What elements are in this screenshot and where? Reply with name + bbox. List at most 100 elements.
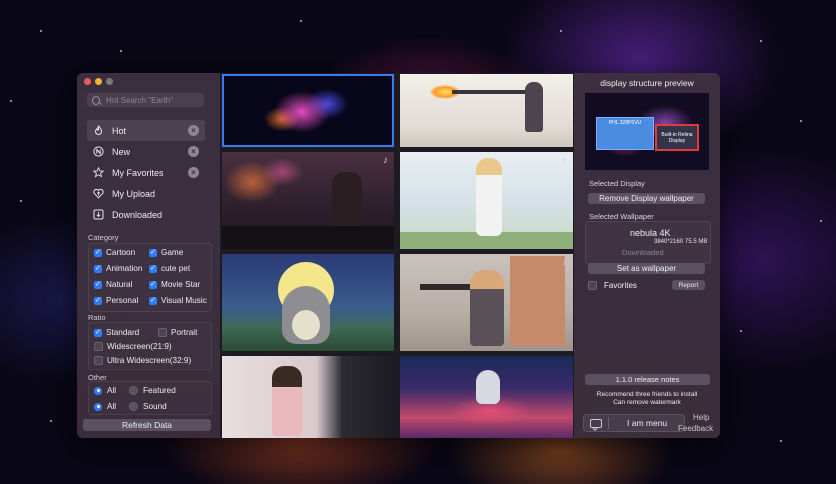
panel-title: display structure preview [600, 78, 694, 88]
other-featured[interactable]: Featured [129, 386, 176, 395]
recommend-text: Recommend three friends to install Can r… [574, 391, 720, 407]
wallpaper-thumb-city-window[interactable]: ♪ [222, 152, 394, 249]
radio-unselected-icon[interactable] [129, 386, 138, 395]
sidebar-item-downloaded[interactable]: Downloaded [87, 204, 205, 225]
checkbox-checked-icon[interactable]: ✓ [94, 328, 102, 337]
category-animation[interactable]: ✓ Animation [94, 264, 142, 273]
checkbox-label: Standard [106, 328, 140, 337]
checkbox-checked-icon[interactable]: ✓ [149, 248, 157, 257]
chat-icon [590, 418, 602, 428]
feedback-link[interactable]: Feedback [678, 424, 713, 433]
checkbox-checked-icon[interactable]: ✓ [94, 264, 102, 273]
checkbox-checked-icon[interactable]: ✓ [149, 280, 157, 289]
music-note-icon: ♪ [383, 155, 388, 166]
sidebar-item-label: My Favorites [112, 167, 164, 178]
sidebar-item-label: New [112, 146, 131, 157]
release-notes-button[interactable]: 1.1.0 release notes [585, 374, 710, 385]
star-icon [93, 167, 104, 178]
checkbox-label: Widescreen(21:9) [107, 342, 172, 351]
menu-button-label: I am menu [627, 418, 668, 428]
category-title: Category [88, 233, 119, 242]
radio-label: Featured [143, 386, 176, 395]
checkbox-unchecked-icon[interactable] [158, 328, 167, 337]
checkbox-checked-icon[interactable]: ✓ [149, 264, 157, 273]
radio-label: Sound [143, 402, 167, 411]
recommend-line-1: Recommend three friends to install [596, 391, 698, 398]
checkbox-label: cute pet [161, 264, 191, 273]
radio-label: All [107, 386, 117, 395]
category-movie-star[interactable]: ✓ Movie Star [149, 280, 200, 289]
display-1-label: PHL 328P6VU [608, 120, 642, 126]
checkbox-checked-icon[interactable]: ✓ [94, 296, 102, 305]
sidebar-item-upload[interactable]: My Upload [87, 183, 205, 204]
sidebar-item-hot[interactable]: Hot × [87, 120, 205, 141]
other-all-1[interactable]: All [94, 386, 116, 395]
checkbox-checked-icon[interactable]: ✓ [149, 296, 157, 305]
wallpaper-resolution: 3840*2160 [654, 239, 684, 245]
wallpaper-grid: ♪ ♪ ♪ [220, 73, 574, 438]
checkbox-label: Portrait [171, 328, 198, 337]
wallpaper-thumb-astronaut[interactable] [400, 356, 573, 438]
wallpaper-thumb-totoro[interactable] [222, 254, 394, 351]
other-sound[interactable]: Sound [129, 402, 167, 411]
sidebar-item-label: Hot [112, 125, 127, 136]
checkbox-unchecked-icon[interactable] [588, 281, 597, 290]
ratio-widescreen[interactable]: Widescreen(21:9) [94, 342, 172, 351]
wallpaper-size: 75.5 MB [685, 239, 708, 245]
clear-x-icon[interactable]: × [188, 167, 199, 178]
selected-wallpaper-label: Selected Wallpaper [589, 212, 654, 221]
ratio-standard[interactable]: ✓ Standard [94, 328, 139, 337]
radio-unselected-icon[interactable] [129, 402, 138, 411]
other-all-2[interactable]: All [94, 402, 116, 411]
category-cute-pet[interactable]: ✓ cute pet [149, 264, 190, 273]
clear-x-icon[interactable]: × [188, 125, 199, 136]
close-window-button[interactable] [84, 78, 91, 85]
category-personal[interactable]: ✓ Personal [94, 296, 138, 305]
sidebar-item-label: My Upload [112, 188, 156, 199]
music-note-icon: ♪ [562, 155, 567, 166]
search-box[interactable] [87, 93, 204, 107]
wallpaper-thumb-sitting-girl[interactable] [222, 356, 394, 438]
music-note-icon: ♪ [562, 257, 567, 268]
flame-icon [93, 125, 104, 136]
checkbox-checked-icon[interactable]: ✓ [94, 248, 102, 257]
help-link[interactable]: Help [693, 413, 709, 422]
checkbox-checked-icon[interactable]: ✓ [94, 280, 102, 289]
checkbox-label: Natural [106, 280, 133, 289]
ratio-ultra-widescreen[interactable]: Ultra Widescreen(32:9) [94, 356, 191, 365]
wallpaper-thumb-rifle-girl[interactable]: ♪ [400, 254, 573, 351]
sidebar: Hot × New × My Favorites × [77, 73, 220, 438]
wallpaper-thumb-sniper-girl[interactable] [400, 74, 573, 147]
category-cartoon[interactable]: ✓ Cartoon [94, 248, 135, 257]
wallpaper-thumb-nebula[interactable] [222, 74, 394, 147]
radio-selected-icon[interactable] [94, 402, 102, 411]
sidebar-item-label: Downloaded [112, 209, 163, 220]
sidebar-item-favorites[interactable]: My Favorites × [87, 162, 205, 183]
display-1[interactable]: PHL 328P6VU [596, 117, 654, 150]
sidebar-item-new[interactable]: New × [87, 141, 205, 162]
category-visual-music[interactable]: ✓ Visual Music [149, 296, 207, 305]
checkbox-unchecked-icon[interactable] [94, 356, 103, 365]
clear-x-icon[interactable]: × [188, 146, 199, 157]
checkbox-label: Game [161, 248, 184, 257]
heart-upload-icon [93, 188, 104, 199]
favorites-toggle[interactable]: Favorites [588, 281, 637, 290]
search-input[interactable] [104, 94, 204, 106]
remove-display-wallpaper-button[interactable]: Remove Display wallpaper [588, 193, 705, 204]
display-2-label: Built-in Retina Display [661, 131, 693, 144]
menu-button[interactable]: I am menu [583, 414, 685, 432]
category-game[interactable]: ✓ Game [149, 248, 183, 257]
selected-display-label: Selected Display [589, 179, 645, 188]
refresh-data-button[interactable]: Refresh Data [83, 419, 211, 431]
ratio-portrait[interactable]: Portrait [158, 328, 197, 337]
display-2-selected[interactable]: Built-in Retina Display [655, 124, 699, 151]
report-button[interactable]: Report [672, 280, 705, 290]
checkbox-unchecked-icon[interactable] [94, 342, 103, 351]
display-structure-preview: PHL 328P6VU Built-in Retina Display [585, 93, 709, 170]
zoom-window-button[interactable] [106, 78, 113, 85]
category-natural[interactable]: ✓ Natural [94, 280, 132, 289]
wallpaper-thumb-field-girl[interactable]: ♪ [400, 152, 573, 249]
minimize-window-button[interactable] [95, 78, 102, 85]
set-as-wallpaper-button[interactable]: Set as wallpaper [588, 263, 705, 274]
radio-selected-icon[interactable] [94, 386, 102, 395]
